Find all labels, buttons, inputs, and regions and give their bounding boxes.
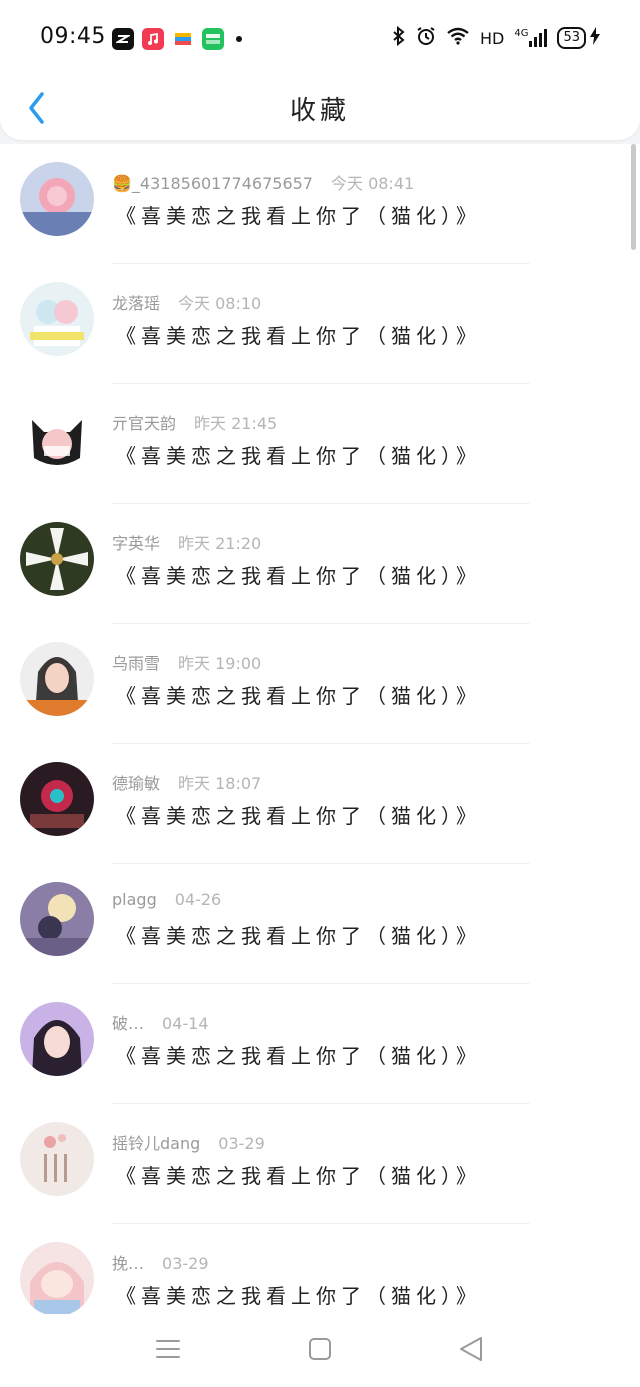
item-meta: 🍔_43185601774675657 今天 08:41: [112, 170, 414, 194]
timestamp: 昨天 21:20: [178, 534, 262, 553]
avatar[interactable]: [20, 642, 94, 716]
avatar[interactable]: [20, 402, 94, 476]
list-item[interactable]: 挽… 03-29 《喜美恋之我看上你了（猫化）》: [0, 1224, 640, 1314]
item-meta: plagg 04-26: [112, 890, 221, 909]
avatar[interactable]: [20, 282, 94, 356]
timestamp: 昨天 18:07: [178, 774, 262, 793]
item-meta: 挽… 03-29: [112, 1250, 209, 1274]
notification-icons: [112, 28, 242, 50]
list-item[interactable]: 亓官天韵 昨天 21:45 《喜美恋之我看上你了（猫化）》: [0, 384, 640, 504]
favorites-list[interactable]: 🍔_43185601774675657 今天 08:41 《喜美恋之我看上你了（猫…: [0, 144, 640, 1314]
capcut-icon: [112, 28, 134, 50]
item-meta: 摇铃儿dang 03-29: [112, 1130, 265, 1154]
menu-icon: [156, 1340, 180, 1358]
username: 乌雨雪: [112, 654, 161, 673]
avatar[interactable]: [20, 522, 94, 596]
list-item[interactable]: plagg 04-26 《喜美恋之我看上你了（猫化）》: [0, 864, 640, 984]
book-title[interactable]: 《喜美恋之我看上你了（猫化）》: [116, 1040, 481, 1069]
home-button[interactable]: [302, 1334, 338, 1364]
book-title[interactable]: 《喜美恋之我看上你了（猫化）》: [116, 560, 481, 589]
username: 德瑜敏: [112, 774, 161, 793]
list-item[interactable]: 字英华 昨天 21:20 《喜美恋之我看上你了（猫化）》: [0, 504, 640, 624]
list-item[interactable]: 破… 04-14 《喜美恋之我看上你了（猫化）》: [0, 984, 640, 1104]
system-indicators: HD 4G 53: [392, 25, 600, 50]
list-item[interactable]: 乌雨雪 昨天 19:00 《喜美恋之我看上你了（猫化）》: [0, 624, 640, 744]
timestamp: 03-29: [162, 1254, 209, 1273]
avatar[interactable]: [20, 1122, 94, 1196]
status-time: 09:45: [40, 24, 106, 49]
book-title[interactable]: 《喜美恋之我看上你了（猫化）》: [116, 440, 481, 469]
book-title[interactable]: 《喜美恋之我看上你了（猫化）》: [116, 680, 481, 709]
signal-icon: 4G: [514, 28, 548, 47]
username: plagg: [112, 890, 157, 909]
list-item[interactable]: 德瑜敏 昨天 18:07 《喜美恋之我看上你了（猫化）》: [0, 744, 640, 864]
status-bar: 09:45 HD 4G 53: [0, 0, 640, 80]
item-meta: 龙落瑶 今天 08:10: [112, 290, 261, 314]
book-title[interactable]: 《喜美恋之我看上你了（猫化）》: [116, 1160, 481, 1189]
back-triangle-icon: [460, 1337, 482, 1361]
book-title[interactable]: 《喜美恋之我看上你了（猫化）》: [116, 920, 481, 949]
music-icon: [142, 28, 164, 50]
page-title: 收藏: [289, 96, 350, 126]
book-title[interactable]: 《喜美恋之我看上你了（猫化）》: [116, 200, 481, 229]
timestamp: 03-29: [218, 1134, 265, 1153]
alarm-icon: [416, 26, 436, 50]
app-header: 收藏: [0, 80, 640, 140]
list-item[interactable]: 龙落瑶 今天 08:10 《喜美恋之我看上你了（猫化）》: [0, 264, 640, 384]
timestamp: 昨天 21:45: [194, 414, 278, 433]
more-notifications-dot: [236, 36, 242, 42]
book-title[interactable]: 《喜美恋之我看上你了（猫化）》: [116, 320, 481, 349]
timestamp: 昨天 19:00: [178, 654, 262, 673]
network-label: HD: [479, 28, 505, 48]
item-meta: 破… 04-14: [112, 1010, 209, 1034]
username: 亓官天韵: [112, 414, 177, 433]
menu-button[interactable]: [150, 1334, 186, 1364]
home-square-icon: [309, 1338, 331, 1360]
timestamp: 04-26: [174, 890, 222, 909]
back-nav-button[interactable]: [454, 1334, 490, 1364]
avatar[interactable]: [20, 762, 94, 836]
system-nav-bar: [0, 1314, 640, 1387]
timestamp: 04-14: [162, 1014, 209, 1033]
avatar[interactable]: [20, 1242, 94, 1314]
scrollbar[interactable]: [631, 144, 636, 250]
battery-level: 53: [557, 27, 586, 49]
username: 破…: [112, 1014, 145, 1033]
username: 摇铃儿dang: [112, 1134, 201, 1153]
list-item[interactable]: 🍔_43185601774675657 今天 08:41 《喜美恋之我看上你了（猫…: [0, 144, 640, 264]
avatar[interactable]: [20, 882, 94, 956]
bluetooth-icon: [392, 25, 406, 50]
username: 字英华: [112, 534, 161, 553]
book-title[interactable]: 《喜美恋之我看上你了（猫化）》: [116, 1280, 481, 1309]
wifi-icon: [446, 27, 470, 49]
item-meta: 字英华 昨天 21:20: [112, 530, 261, 554]
username: 龙落瑶: [112, 294, 161, 313]
charging-icon: [590, 27, 600, 49]
item-meta: 亓官天韵 昨天 21:45: [112, 410, 277, 434]
item-meta: 乌雨雪 昨天 19:00: [112, 650, 261, 674]
timestamp: 今天 08:41: [330, 174, 415, 193]
wallet-icon: [172, 28, 194, 50]
avatar[interactable]: [20, 1002, 94, 1076]
avatar[interactable]: [20, 162, 94, 236]
timestamp: 今天 08:10: [178, 294, 262, 313]
item-meta: 德瑜敏 昨天 18:07: [112, 770, 261, 794]
iqiyi-icon: [202, 28, 224, 50]
network-gen-label: 4G: [514, 28, 529, 39]
list-item[interactable]: 摇铃儿dang 03-29 《喜美恋之我看上你了（猫化）》: [0, 1104, 640, 1224]
username: 挽…: [112, 1254, 145, 1273]
username: 🍔_43185601774675657: [112, 174, 313, 193]
book-title[interactable]: 《喜美恋之我看上你了（猫化）》: [116, 800, 481, 829]
